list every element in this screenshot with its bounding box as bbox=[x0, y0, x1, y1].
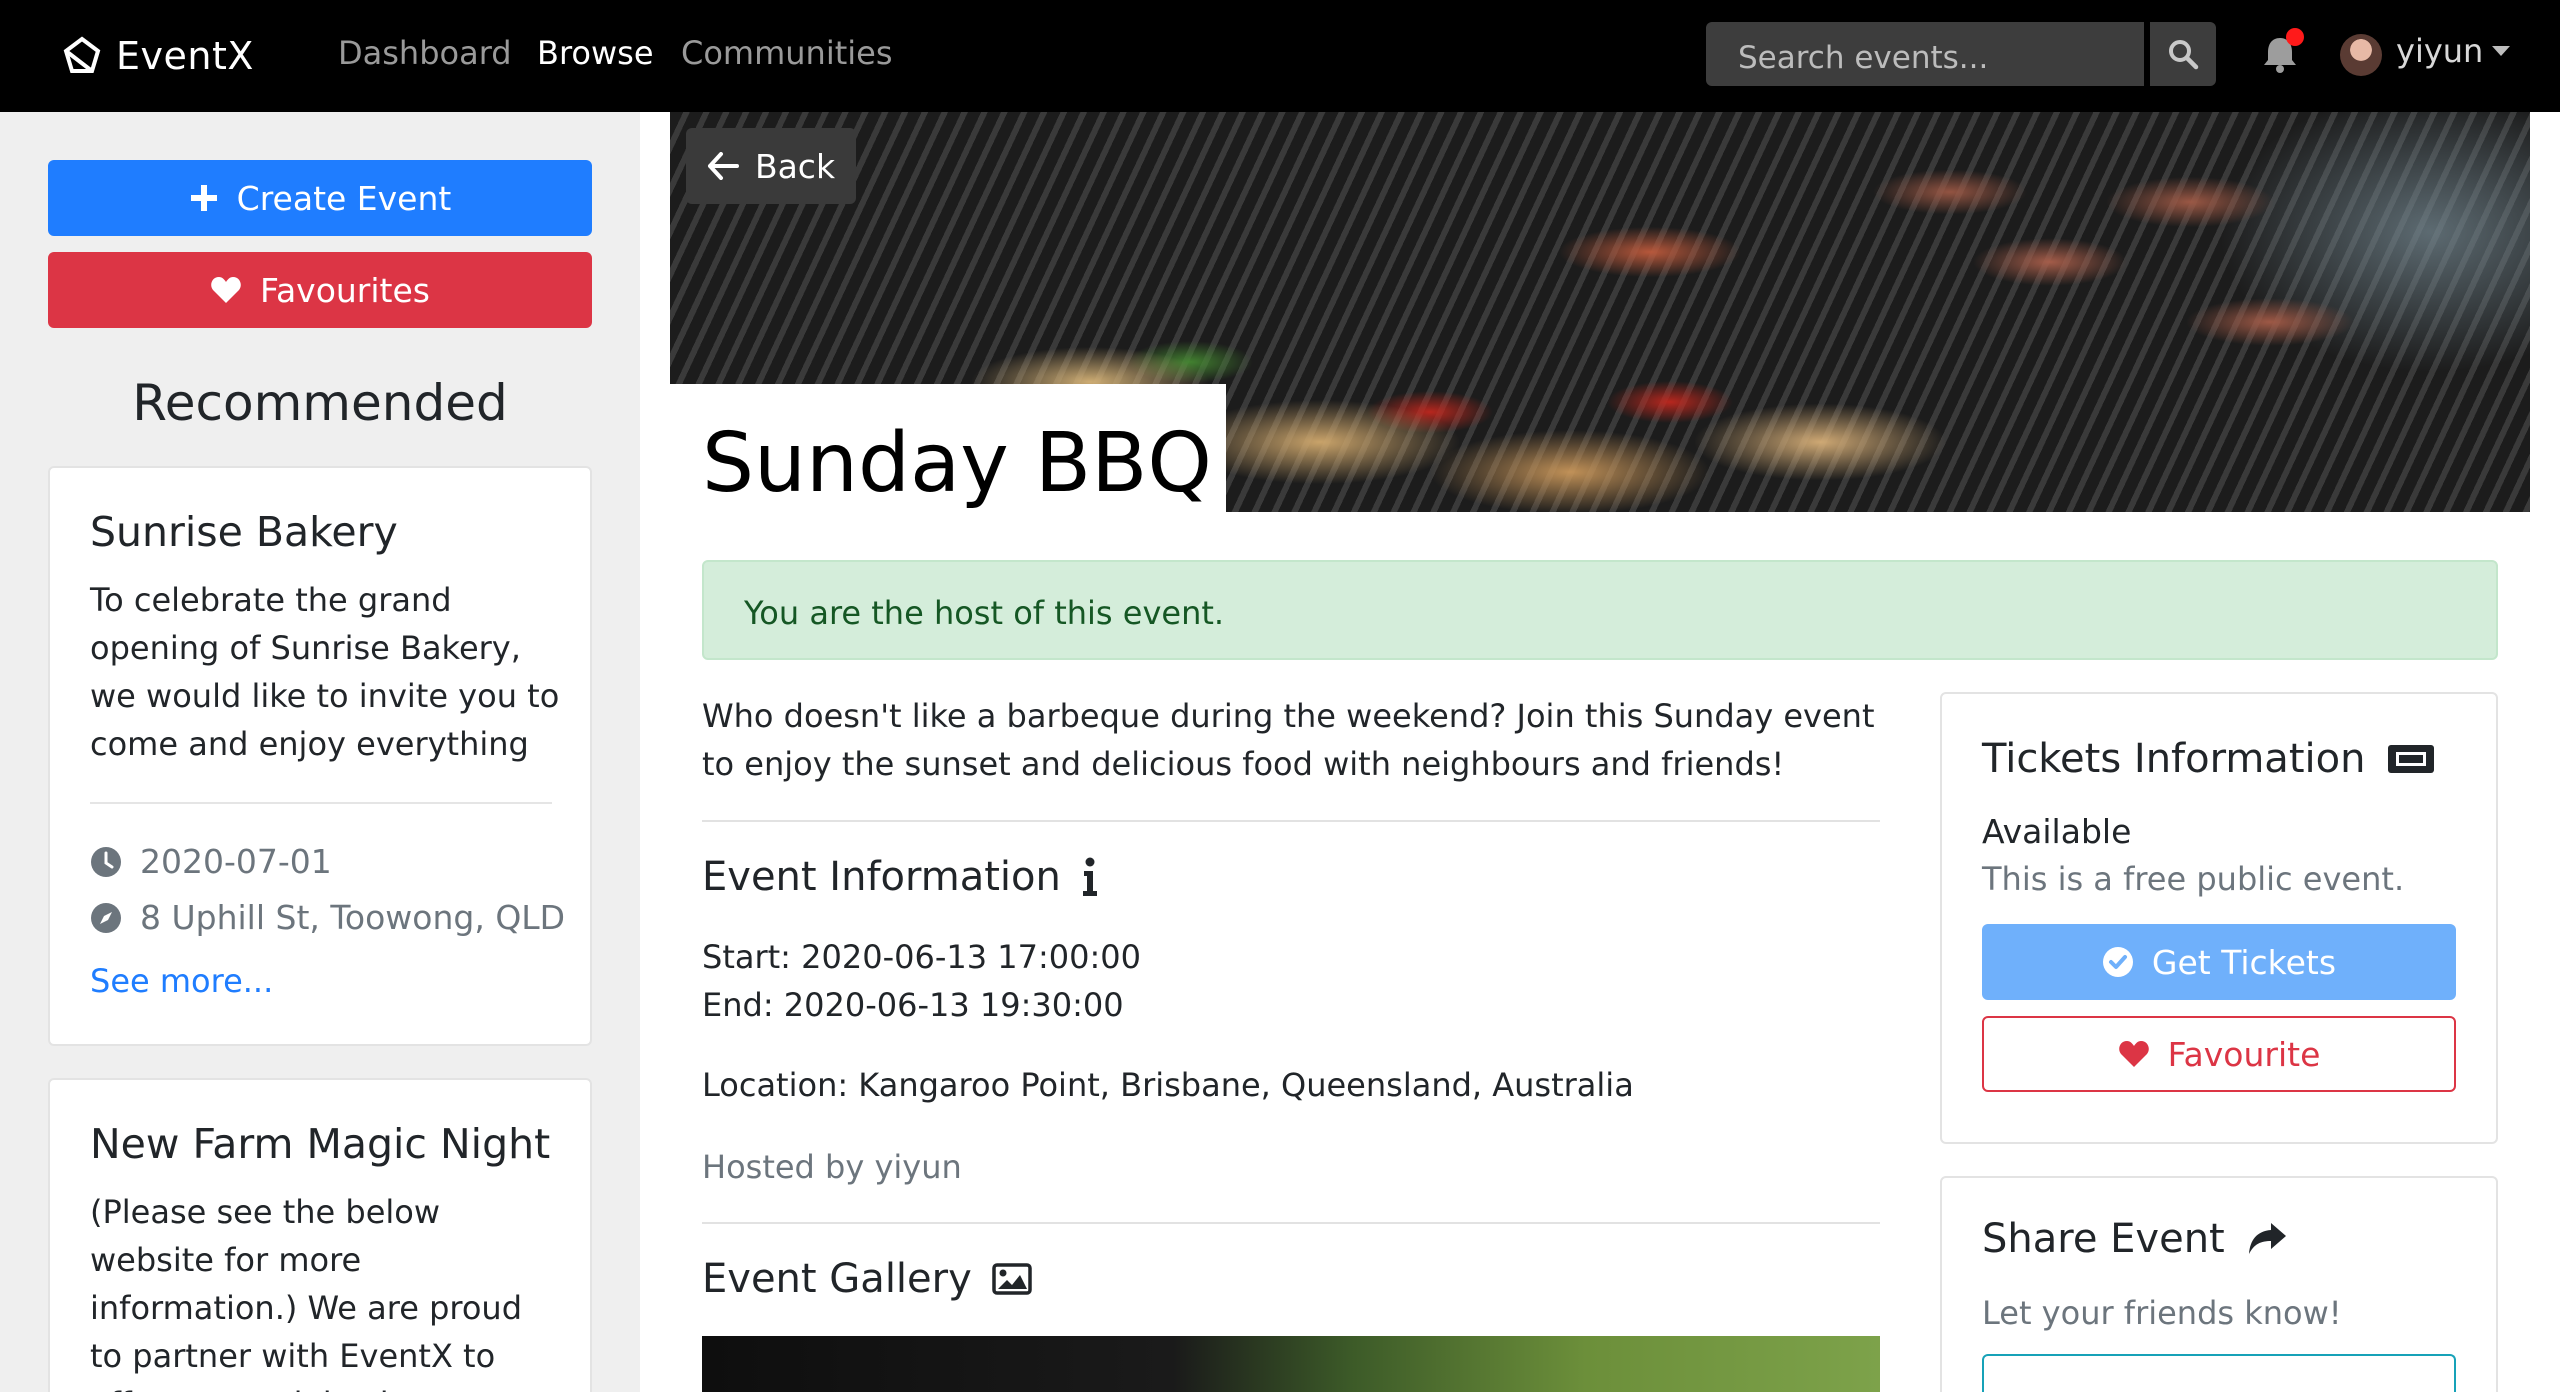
clock-icon bbox=[91, 846, 121, 877]
card-location: 8 Uphill St, Toowong, QLD bbox=[90, 898, 565, 937]
recommended-card-new-farm-magic-night[interactable]: New Farm Magic Night (Please see the bel… bbox=[48, 1078, 592, 1392]
event-end: End: 2020-06-13 19:30:00 bbox=[702, 986, 1124, 1024]
top-navbar: EventX Dashboard Browse Communities Sear… bbox=[0, 0, 2560, 112]
info-icon bbox=[1082, 857, 1097, 896]
arrow-left-icon bbox=[707, 152, 739, 180]
get-tickets-button[interactable]: Get Tickets bbox=[1982, 924, 2456, 1000]
share-title: Share Event bbox=[1982, 1216, 2225, 1262]
event-gallery-heading: Event Gallery bbox=[702, 1256, 1032, 1302]
event-description: Who doesn't like a barbeque during the w… bbox=[702, 697, 1875, 783]
create-event-button[interactable]: Create Event bbox=[48, 160, 592, 236]
ticket-icon bbox=[2388, 745, 2435, 773]
brand-logo[interactable]: EventX bbox=[62, 28, 254, 84]
check-circle-icon bbox=[2102, 947, 2133, 977]
search-button[interactable] bbox=[2150, 22, 2216, 86]
share-card: Share Event Let your friends know! bbox=[1940, 1176, 2498, 1392]
heart-icon bbox=[211, 277, 241, 303]
divider bbox=[702, 1222, 1880, 1224]
card-date-text: 2020-07-01 bbox=[140, 842, 332, 881]
eventx-logo-icon bbox=[63, 36, 101, 73]
see-more-link[interactable]: See more... bbox=[90, 962, 273, 1000]
card-location-text: 8 Uphill St, Toowong, QLD bbox=[140, 898, 566, 937]
back-button[interactable]: Back bbox=[686, 128, 856, 204]
back-label: Back bbox=[754, 146, 836, 186]
event-information-heading: Event Information bbox=[702, 854, 1099, 900]
event-start: Start: 2020-06-13 17:00:00 bbox=[702, 938, 1141, 976]
favourite-label: Favourite bbox=[2167, 1034, 2321, 1074]
card-date: 2020-07-01 bbox=[90, 842, 332, 881]
favourites-button[interactable]: Favourites bbox=[48, 252, 592, 328]
ticket-status: Available bbox=[1982, 812, 2132, 851]
copy-event-link-button[interactable] bbox=[1982, 1354, 2456, 1392]
notification-badge bbox=[2286, 28, 2304, 46]
ticket-note: This is a free public event. bbox=[1982, 860, 2405, 898]
divider bbox=[702, 820, 1880, 822]
plus-icon bbox=[190, 185, 217, 211]
share-arrow-icon bbox=[2248, 1223, 2286, 1254]
gallery-image[interactable] bbox=[702, 1336, 1880, 1392]
nav-browse[interactable]: Browse bbox=[537, 34, 654, 72]
tickets-heading: Tickets Information bbox=[1982, 736, 2435, 782]
event-information-title: Event Information bbox=[702, 854, 1061, 900]
card-description: To celebrate the grand opening of Sunris… bbox=[90, 581, 560, 763]
nav-dashboard[interactable]: Dashboard bbox=[338, 34, 512, 72]
image-icon bbox=[992, 1263, 1032, 1295]
event-title: Sunday BBQ bbox=[702, 416, 1212, 511]
host-alert: You are the host of this event. bbox=[702, 560, 2498, 660]
favourites-label: Favourites bbox=[260, 270, 430, 310]
brand-name: EventX bbox=[116, 34, 254, 78]
search-input[interactable]: Search events... bbox=[1706, 22, 2144, 86]
tickets-title: Tickets Information bbox=[1982, 736, 2366, 782]
share-heading: Share Event bbox=[1982, 1216, 2287, 1262]
recommended-card-sunrise-bakery[interactable]: Sunrise Bakery To celebrate the grand op… bbox=[48, 466, 592, 1046]
search-icon bbox=[2169, 40, 2199, 70]
event-location: Location: Kangaroo Point, Brisbane, Quee… bbox=[702, 1066, 1634, 1104]
avatar[interactable] bbox=[2340, 34, 2382, 76]
nav-communities[interactable]: Communities bbox=[681, 34, 893, 72]
get-tickets-label: Get Tickets bbox=[2151, 942, 2337, 982]
create-event-label: Create Event bbox=[236, 178, 452, 218]
compass-icon bbox=[91, 902, 121, 933]
hosted-by: Hosted by yiyun bbox=[702, 1148, 962, 1186]
chevron-down-icon[interactable] bbox=[2492, 46, 2510, 56]
share-subtitle: Let your friends know! bbox=[1982, 1294, 2342, 1332]
card-title: Sunrise Bakery bbox=[90, 508, 398, 556]
card-description: (Please see the below website for more i… bbox=[90, 1193, 522, 1392]
favourite-button[interactable]: Favourite bbox=[1982, 1016, 2456, 1092]
recommended-heading: Recommended bbox=[132, 374, 508, 432]
tickets-card: Tickets Information Available This is a … bbox=[1940, 692, 2498, 1144]
user-menu-name[interactable]: yiyun bbox=[2396, 32, 2483, 70]
event-gallery-title: Event Gallery bbox=[702, 1256, 972, 1302]
card-title: New Farm Magic Night bbox=[90, 1120, 551, 1168]
heart-icon bbox=[2118, 1041, 2149, 1067]
card-divider bbox=[90, 802, 552, 804]
